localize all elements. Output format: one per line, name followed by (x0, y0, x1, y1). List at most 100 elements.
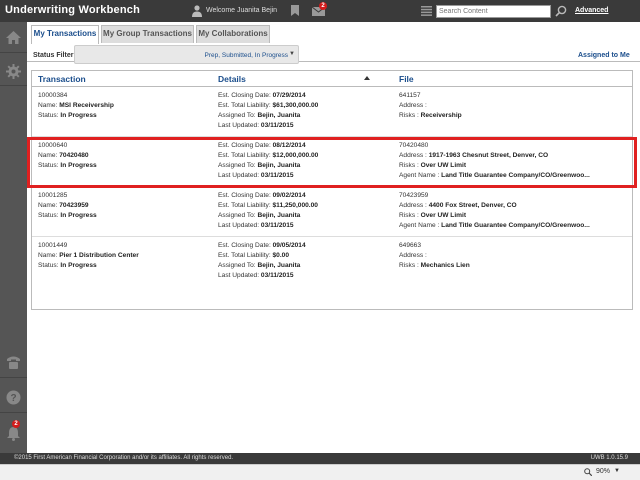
transaction-id[interactable]: 10001285 (38, 192, 67, 199)
file-address: 1917-1963 Chesnut Street, Denver, CO (428, 152, 549, 159)
browser-status-bar: 90% ▼ (0, 464, 640, 480)
version-text: UWB 1.0.15.9 (590, 455, 628, 461)
advanced-search-link[interactable]: Advanced (575, 7, 608, 14)
column-header-details[interactable]: Details (218, 74, 246, 84)
assigned-to: Bejin, Juanita (257, 112, 301, 119)
transaction-id[interactable]: 10001449 (38, 242, 67, 249)
details-cell: Est. Closing Date: 07/29/2014 Est. Total… (218, 91, 318, 131)
updated-label: Last Updated: (218, 272, 260, 279)
app-title: Underwriting Workbench (5, 4, 140, 16)
file-address: 4400 Fox Street, Denver, CO (428, 202, 517, 209)
file-cell: 70420480 Address : 1917-1963 Chesnut Str… (399, 141, 590, 181)
footer: ©2015 First American Financial Corporati… (0, 453, 640, 464)
table-row[interactable]: 10001449 Name: Pier 1 Distribution Cente… (32, 238, 632, 287)
file-number[interactable]: 649663 (399, 242, 421, 249)
transaction-name: 70423959 (59, 202, 89, 209)
table-row[interactable]: 10000640 Name: 70420480 Status: In Progr… (32, 138, 632, 187)
transaction-name: Pier 1 Distribution Center (59, 252, 139, 259)
status-label: Status: (38, 112, 59, 119)
chevron-down-icon[interactable]: ▼ (614, 468, 620, 474)
sidebar-divider (0, 377, 27, 378)
search-icon[interactable] (555, 5, 567, 17)
address-label: Address : (399, 202, 427, 209)
name-label: Name: (38, 202, 58, 209)
help-icon[interactable]: ? (6, 390, 21, 405)
agent-label: Agent Name : (399, 172, 440, 179)
closing-date: 07/29/2014 (272, 92, 306, 99)
file-number[interactable]: 641157 (399, 92, 421, 99)
assigned-label: Assigned To: (218, 212, 256, 219)
home-icon[interactable] (6, 30, 21, 45)
mail-count-badge: 2 (319, 2, 327, 10)
closing-date-label: Est. Closing Date: (218, 242, 271, 249)
liability-label: Est. Total Liability: (218, 202, 271, 209)
last-updated: 03/11/2015 (260, 272, 294, 279)
zoom-icon[interactable] (584, 468, 592, 476)
tab-my-transactions[interactable]: My Transactions (31, 25, 99, 44)
status-label: Status: (38, 162, 59, 169)
assigned-to: Bejin, Juanita (257, 262, 301, 269)
zoom-level[interactable]: 90% (596, 468, 610, 475)
transactions-table: Transaction Details File 10000384 Name: … (31, 70, 633, 310)
column-header-transaction[interactable]: Transaction (38, 74, 86, 84)
liability-label: Est. Total Liability: (218, 102, 271, 109)
assigned-label: Assigned To: (218, 112, 256, 119)
user-icon (192, 5, 202, 17)
phone-icon[interactable] (6, 355, 21, 370)
transaction-cell: 10000640 Name: 70420480 Status: In Progr… (38, 141, 97, 171)
gear-icon[interactable] (6, 64, 21, 79)
risks-label: Risks : (399, 212, 419, 219)
file-cell: 641157 Address : Risks : Receivership (399, 91, 462, 121)
risks-label: Risks : (399, 262, 419, 269)
file-risks: Receivership (420, 112, 462, 119)
total-liability: $11,250,000.00 (272, 202, 318, 209)
closing-date-label: Est. Closing Date: (218, 142, 271, 149)
closing-date-label: Est. Closing Date: (218, 92, 271, 99)
name-label: Name: (38, 252, 58, 259)
svg-text:?: ? (10, 393, 16, 404)
total-liability: $0.00 (272, 252, 290, 259)
closing-date: 09/05/2014 (272, 242, 306, 249)
transaction-id[interactable]: 10000640 (38, 142, 67, 149)
search-input[interactable] (436, 5, 551, 18)
table-row[interactable]: 10000384 Name: MSI Receivership Status: … (32, 88, 632, 137)
sidebar-divider (0, 85, 27, 86)
transaction-id[interactable]: 10000384 (38, 92, 67, 99)
assigned-label: Assigned To: (218, 162, 256, 169)
tab-my-collaborations[interactable]: My Collaborations (196, 25, 270, 43)
agent-name: Land Title Guarantee Company/CO/Greenwoo… (441, 172, 590, 179)
address-label: Address : (399, 102, 427, 109)
last-updated: 03/11/2015 (260, 222, 294, 229)
transaction-status: In Progress (60, 212, 97, 219)
file-risks: Over UW Limit (420, 212, 467, 219)
status-label: Status: (38, 212, 59, 219)
transaction-cell: 10001449 Name: Pier 1 Distribution Cente… (38, 241, 139, 271)
details-cell: Est. Closing Date: 09/02/2014 Est. Total… (218, 191, 318, 231)
file-number[interactable]: 70420480 (399, 142, 428, 149)
status-filter-select[interactable]: Prep, Submitted, In Progress ▼ (74, 45, 299, 64)
transaction-name: MSI Receivership (59, 102, 114, 109)
transaction-status: In Progress (60, 162, 97, 169)
last-updated: 03/11/2015 (260, 122, 294, 129)
address-label: Address : (399, 152, 427, 159)
last-updated: 03/11/2015 (260, 172, 294, 179)
file-cell: 649663 Address : Risks : Mechanics Lien (399, 241, 470, 271)
list-icon[interactable] (421, 6, 432, 16)
updated-label: Last Updated: (218, 222, 260, 229)
main-content: My Transactions My Group Transactions My… (27, 22, 640, 453)
transaction-name: 70420480 (59, 152, 89, 159)
file-number[interactable]: 70423959 (399, 192, 428, 199)
bell-icon[interactable] (6, 426, 21, 441)
table-header: Transaction Details File (32, 71, 632, 87)
assigned-to-me-link[interactable]: Assigned to Me (578, 52, 630, 59)
tab-my-group-transactions[interactable]: My Group Transactions (101, 25, 194, 43)
notification-count-badge: 2 (12, 420, 20, 428)
transaction-cell: 10001285 Name: 70423959 Status: In Progr… (38, 191, 97, 221)
app-header: Underwriting Workbench Welcome Juanita B… (0, 0, 640, 22)
table-row[interactable]: 10001285 Name: 70423959 Status: In Progr… (32, 188, 632, 237)
sort-ascending-icon[interactable] (364, 76, 370, 80)
bookmark-icon[interactable] (291, 5, 299, 16)
status-filter-value: Prep, Submitted, In Progress (204, 52, 288, 59)
total-liability: $61,300,000.00 (272, 102, 319, 109)
column-header-file[interactable]: File (399, 74, 414, 84)
